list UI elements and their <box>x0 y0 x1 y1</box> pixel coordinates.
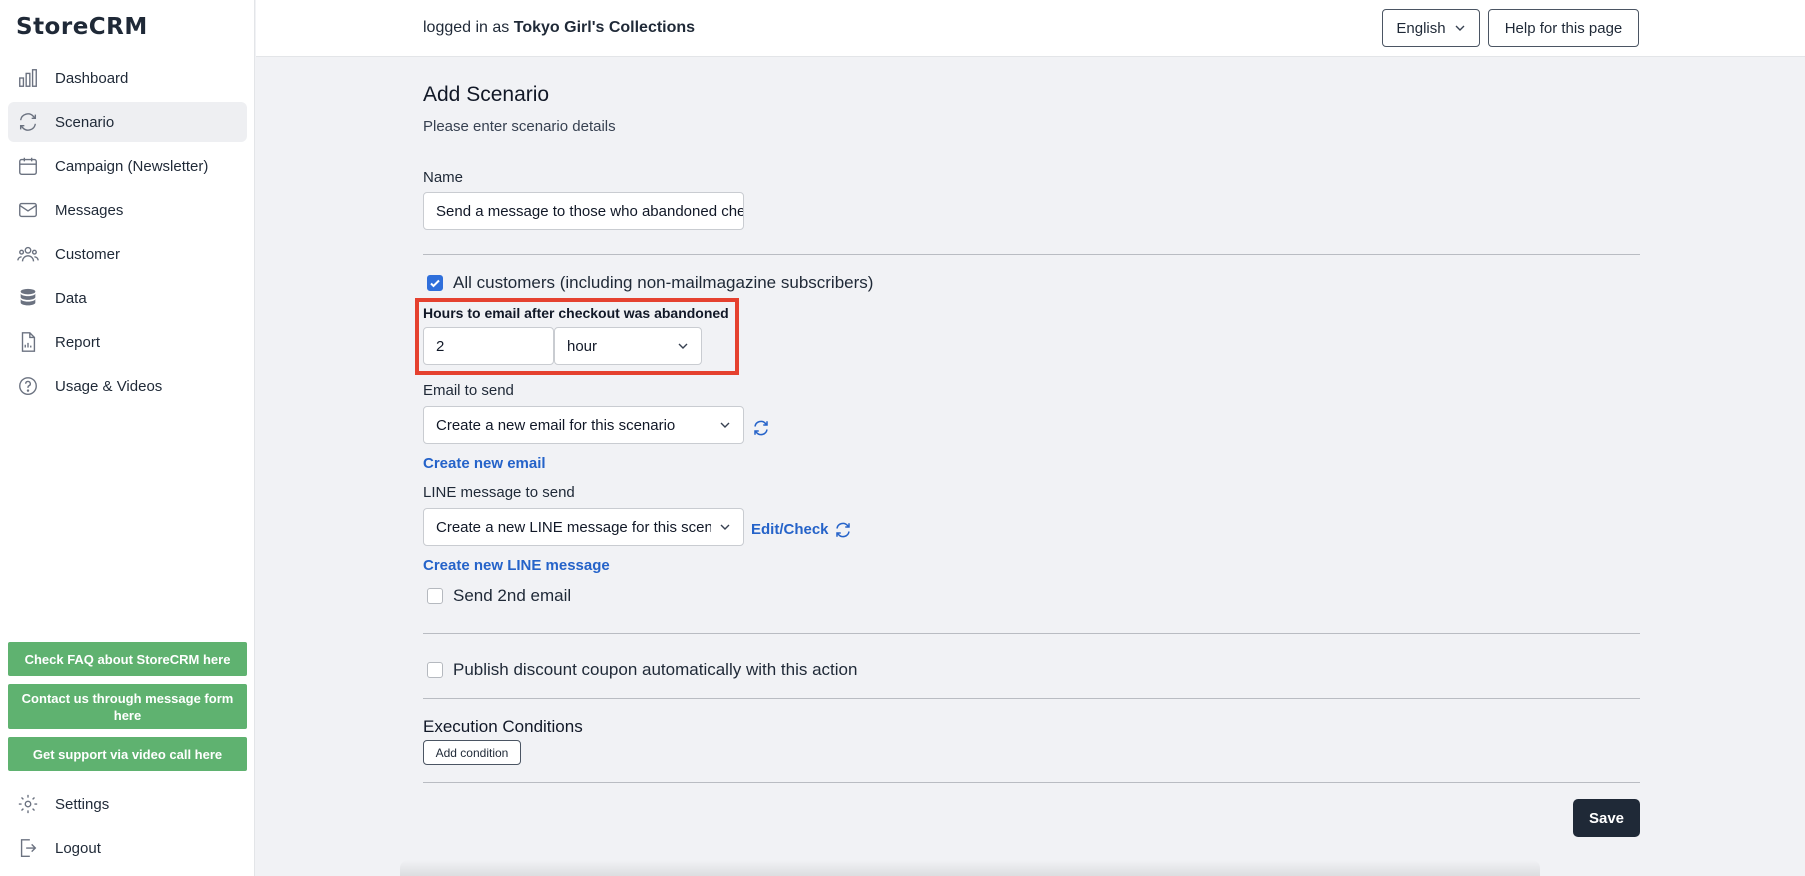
chevron-down-icon <box>720 524 730 530</box>
chevron-down-icon <box>678 343 688 349</box>
discount-coupon-label: Publish discount coupon automatically wi… <box>453 660 858 679</box>
language-select[interactable]: English <box>1382 9 1480 47</box>
sidebar-item-label: Usage & Videos <box>55 377 163 395</box>
database-icon <box>17 287 39 309</box>
edit-check-link[interactable]: Edit/Check <box>751 521 829 538</box>
discount-coupon-checkbox[interactable]: Publish discount coupon automatically wi… <box>427 660 857 680</box>
all-customers-label: All customers (including non-mailmagazin… <box>453 273 874 292</box>
add-scenario-form: Add Scenario Please enter scenario detai… <box>415 57 1640 876</box>
all-customers-checkbox[interactable]: All customers (including non-mailmagazin… <box>427 273 873 293</box>
line-message-select[interactable]: Create a new LINE message for this scena… <box>423 508 744 546</box>
refresh-line-icon[interactable] <box>834 521 852 539</box>
users-icon <box>17 243 39 265</box>
page-title: Add Scenario <box>423 83 550 106</box>
create-new-line-link[interactable]: Create new LINE message <box>423 557 610 574</box>
execution-conditions-title: Execution Conditions <box>423 717 583 736</box>
hours-unit-select[interactable]: hour <box>554 327 702 365</box>
sidebar-item-report[interactable]: Report <box>8 322 247 362</box>
hours-input[interactable]: 2 <box>423 327 554 365</box>
sidebar-item-campaign[interactable]: Campaign (Newsletter) <box>8 146 247 186</box>
create-new-email-link[interactable]: Create new email <box>423 455 546 472</box>
question-circle-icon <box>17 375 39 397</box>
line-select-value: Create a new LINE message for this scena… <box>436 518 711 536</box>
sidebar-item-label: Report <box>55 333 101 351</box>
name-input[interactable]: Send a message to those who abandoned ch… <box>423 192 744 230</box>
email-select-value: Create a new email for this scenario <box>436 416 676 434</box>
email-to-send-label: Email to send <box>423 382 514 399</box>
send-2nd-email-checkbox[interactable]: Send 2nd email <box>427 586 571 606</box>
faq-button[interactable]: Check FAQ about StoreCRM here <box>8 642 247 676</box>
line-message-label: LINE message to send <box>423 484 575 501</box>
sidebar-item-dashboard[interactable]: Dashboard <box>8 58 247 98</box>
calendar-icon <box>17 155 39 177</box>
page-subtitle: Please enter scenario details <box>423 118 616 135</box>
check-icon <box>430 279 440 288</box>
logged-in-status: logged in as Tokyo Girl's Collections <box>423 19 695 37</box>
sidebar-item-label: Scenario <box>55 113 115 131</box>
divider <box>423 254 1640 255</box>
sidebar-item-label: Settings <box>55 795 110 813</box>
sidebar: StoreCRM Dashboard Scenario Campaign (Ne… <box>0 0 255 876</box>
checkbox-checked[interactable] <box>427 275 443 291</box>
divider <box>423 633 1640 634</box>
sidebar-item-usage-videos[interactable]: Usage & Videos <box>8 366 247 406</box>
divider <box>423 698 1640 699</box>
divider <box>423 782 1640 783</box>
sidebar-item-scenario[interactable]: Scenario <box>8 102 247 142</box>
name-label: Name <box>423 169 464 186</box>
envelope-icon <box>17 199 39 221</box>
email-select[interactable]: Create a new email for this scenario <box>423 406 744 444</box>
send-2nd-email-label: Send 2nd email <box>453 586 572 605</box>
checkbox-unchecked[interactable] <box>427 662 443 678</box>
contact-form-button[interactable]: Contact us through message form here <box>8 684 247 729</box>
language-label: English <box>1396 19 1446 37</box>
sidebar-item-messages[interactable]: Messages <box>8 190 247 230</box>
chevron-down-icon <box>1455 25 1465 31</box>
add-condition-button[interactable]: Add condition <box>423 740 521 765</box>
sidebar-item-logout[interactable]: Logout <box>8 828 247 868</box>
sidebar-item-label: Campaign (Newsletter) <box>55 157 209 175</box>
sidebar-item-label: Logout <box>55 839 101 857</box>
sidebar-item-data[interactable]: Data <box>8 278 247 318</box>
sidebar-bottom-nav: Settings Logout <box>8 784 247 872</box>
sidebar-nav: Dashboard Scenario Campaign (Newsletter)… <box>8 58 247 410</box>
store-name: Tokyo Girl's Collections <box>513 19 696 36</box>
chart-bars-icon <box>17 67 39 89</box>
help-page-button[interactable]: Help for this page <box>1488 9 1639 47</box>
refresh-email-icon[interactable] <box>752 419 770 437</box>
sidebar-item-settings[interactable]: Settings <box>8 784 247 824</box>
sidebar-item-label: Customer <box>55 245 121 263</box>
support-buttons: Check FAQ about StoreCRM here Contact us… <box>8 642 247 779</box>
sidebar-item-customer[interactable]: Customer <box>8 234 247 274</box>
refresh-icon <box>17 111 39 133</box>
sidebar-item-label: Dashboard <box>55 69 129 87</box>
sidebar-item-label: Data <box>55 289 87 307</box>
document-chart-icon <box>17 331 39 353</box>
video-call-button[interactable]: Get support via video call here <box>8 737 247 771</box>
bottom-shadow <box>400 860 1540 876</box>
hours-unit-value: hour <box>567 337 598 355</box>
save-button[interactable]: Save <box>1573 799 1640 837</box>
app-logo: StoreCRM <box>16 14 148 40</box>
logout-icon <box>17 837 39 859</box>
gear-icon <box>17 793 39 815</box>
chevron-down-icon <box>720 422 730 428</box>
sidebar-item-label: Messages <box>55 201 124 219</box>
checkbox-unchecked[interactable] <box>427 588 443 604</box>
top-header: logged in as Tokyo Girl's Collections En… <box>256 0 1805 57</box>
logged-in-prefix: logged in as <box>423 19 510 36</box>
hours-label: Hours to email after checkout was abando… <box>423 305 729 321</box>
